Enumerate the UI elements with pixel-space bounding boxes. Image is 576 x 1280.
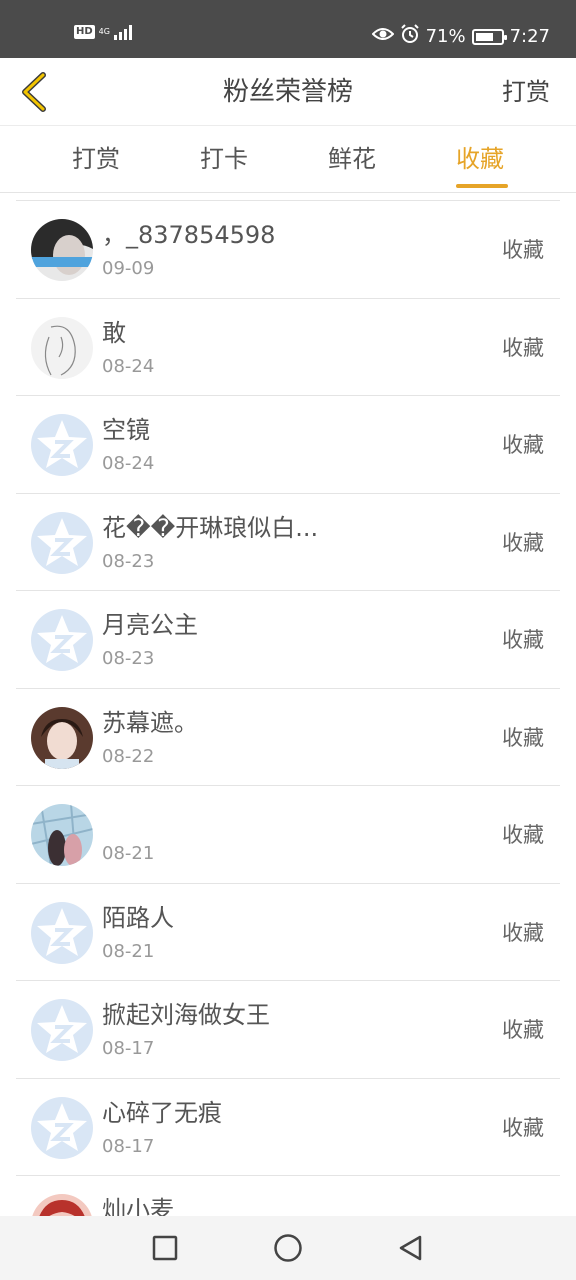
battery-icon <box>471 29 507 45</box>
default-avatar-icon[interactable] <box>31 511 93 574</box>
favorite-label: 收藏 <box>502 433 544 457</box>
tip-button[interactable]: 打赏 <box>502 76 550 108</box>
status-left: HD 4G <box>74 24 132 40</box>
avatar[interactable] <box>31 804 93 866</box>
default-avatar-icon[interactable] <box>31 414 93 476</box>
square-recents-icon[interactable] <box>149 1232 181 1264</box>
list-item[interactable]: 陌路人 08-21 收藏 <box>16 884 560 981</box>
fan-date: 08-17 <box>102 1038 155 1059</box>
fan-date: 08-23 <box>102 648 155 669</box>
fan-name: 苏幕遮。 <box>102 708 198 737</box>
avatar[interactable] <box>31 316 93 379</box>
list-item[interactable]: 苏幕遮。 08-22 收藏 <box>16 689 560 786</box>
default-avatar-icon[interactable] <box>31 1096 93 1159</box>
list-item[interactable]: 花��开琳琅似白... 08-23 收藏 <box>16 494 560 591</box>
hd-badge: HD <box>74 25 95 39</box>
fan-name: 敢 <box>102 318 126 347</box>
fan-date: 08-22 <box>102 745 155 767</box>
default-avatar-icon[interactable] <box>31 609 93 671</box>
fan-date: 08-21 <box>102 940 155 962</box>
fan-date: 08-21 <box>102 843 155 864</box>
list-item[interactable]: 空镜 08-24 收藏 <box>16 396 560 494</box>
list-item[interactable]: ，_837854598 09-09 收藏 <box>16 201 560 299</box>
list-item[interactable]: 心碎了无痕 08-17 收藏 <box>16 1079 560 1176</box>
favorite-label: 收藏 <box>502 238 544 262</box>
fan-date: 08-17 <box>102 1135 155 1157</box>
avatar[interactable] <box>31 219 93 281</box>
tab-favorites-label: 收藏 <box>456 145 504 173</box>
page-title: 粉丝荣誉榜 <box>222 77 353 107</box>
favorite-label: 收藏 <box>502 1115 544 1140</box>
fan-name: 陌路人 <box>102 903 174 932</box>
network-type: 4G <box>99 28 110 36</box>
triangle-back-icon[interactable] <box>395 1232 427 1264</box>
battery-fill <box>475 33 493 41</box>
fan-date: 08-24 <box>102 355 155 377</box>
network-label: 4G <box>98 27 110 36</box>
favorite-label: 收藏 <box>502 725 544 750</box>
fan-list[interactable]: ，_837854598 09-09 收藏 敢 08-24 收藏 空镜 08-24… <box>16 200 560 1216</box>
active-tab-indicator <box>456 184 508 188</box>
fan-date: 08-24 <box>102 453 155 474</box>
tab-checkin[interactable]: 打卡 <box>174 127 274 193</box>
favorite-label: 收藏 <box>502 823 544 847</box>
circle-home-icon[interactable] <box>272 1232 304 1264</box>
fan-name: ，_837854598 <box>102 221 276 249</box>
alarm-icon <box>400 24 420 50</box>
fan-name: 掀起刘海做女王 <box>102 1001 270 1029</box>
tab-favorites[interactable]: 收藏 <box>430 127 530 193</box>
status-right: 71% 7:27 <box>371 24 550 50</box>
tab-tip[interactable]: 打赏 <box>46 127 146 193</box>
tab-flowers[interactable]: 鲜花 <box>302 127 402 193</box>
favorite-label: 收藏 <box>502 1018 544 1042</box>
fan-name: 灿小麦 <box>102 1196 174 1216</box>
list-item[interactable]: 08-21 收藏 <box>16 786 560 884</box>
default-avatar-icon[interactable] <box>31 999 93 1061</box>
list-item[interactable]: 掀起刘海做女王 08-17 收藏 <box>16 981 560 1079</box>
avatar[interactable] <box>31 1194 93 1216</box>
status-bar: HD 4G 71% 7:27 <box>0 0 576 58</box>
fan-name: 月亮公主 <box>102 611 198 639</box>
app-header: 粉丝荣誉榜 打赏 <box>0 58 576 126</box>
favorite-label: 收藏 <box>502 335 544 360</box>
clock: 7:27 <box>509 26 550 47</box>
list-item[interactable]: 敢 08-24 收藏 <box>16 299 560 396</box>
eye-icon <box>371 26 394 48</box>
fan-name: 空镜 <box>102 416 150 444</box>
system-nav-bar <box>0 1216 576 1280</box>
default-avatar-icon[interactable] <box>31 901 93 964</box>
list-item[interactable]: 月亮公主 08-23 收藏 <box>16 591 560 689</box>
avatar[interactable] <box>31 706 93 769</box>
signal-icon <box>113 24 132 40</box>
favorite-label: 收藏 <box>502 920 544 945</box>
tab-bar: 打赏 打卡 鲜花 收藏 <box>0 127 576 193</box>
list-item[interactable]: 灿小麦 <box>16 1176 560 1216</box>
fan-date: 08-23 <box>102 550 155 572</box>
favorite-label: 收藏 <box>502 530 544 555</box>
favorite-label: 收藏 <box>502 628 544 652</box>
battery-percent: 71% <box>425 26 466 47</box>
fan-name: 心碎了无痕 <box>102 1098 222 1127</box>
fan-date: 09-09 <box>102 258 155 279</box>
fan-name: 花��开琳琅似白... <box>102 513 319 542</box>
